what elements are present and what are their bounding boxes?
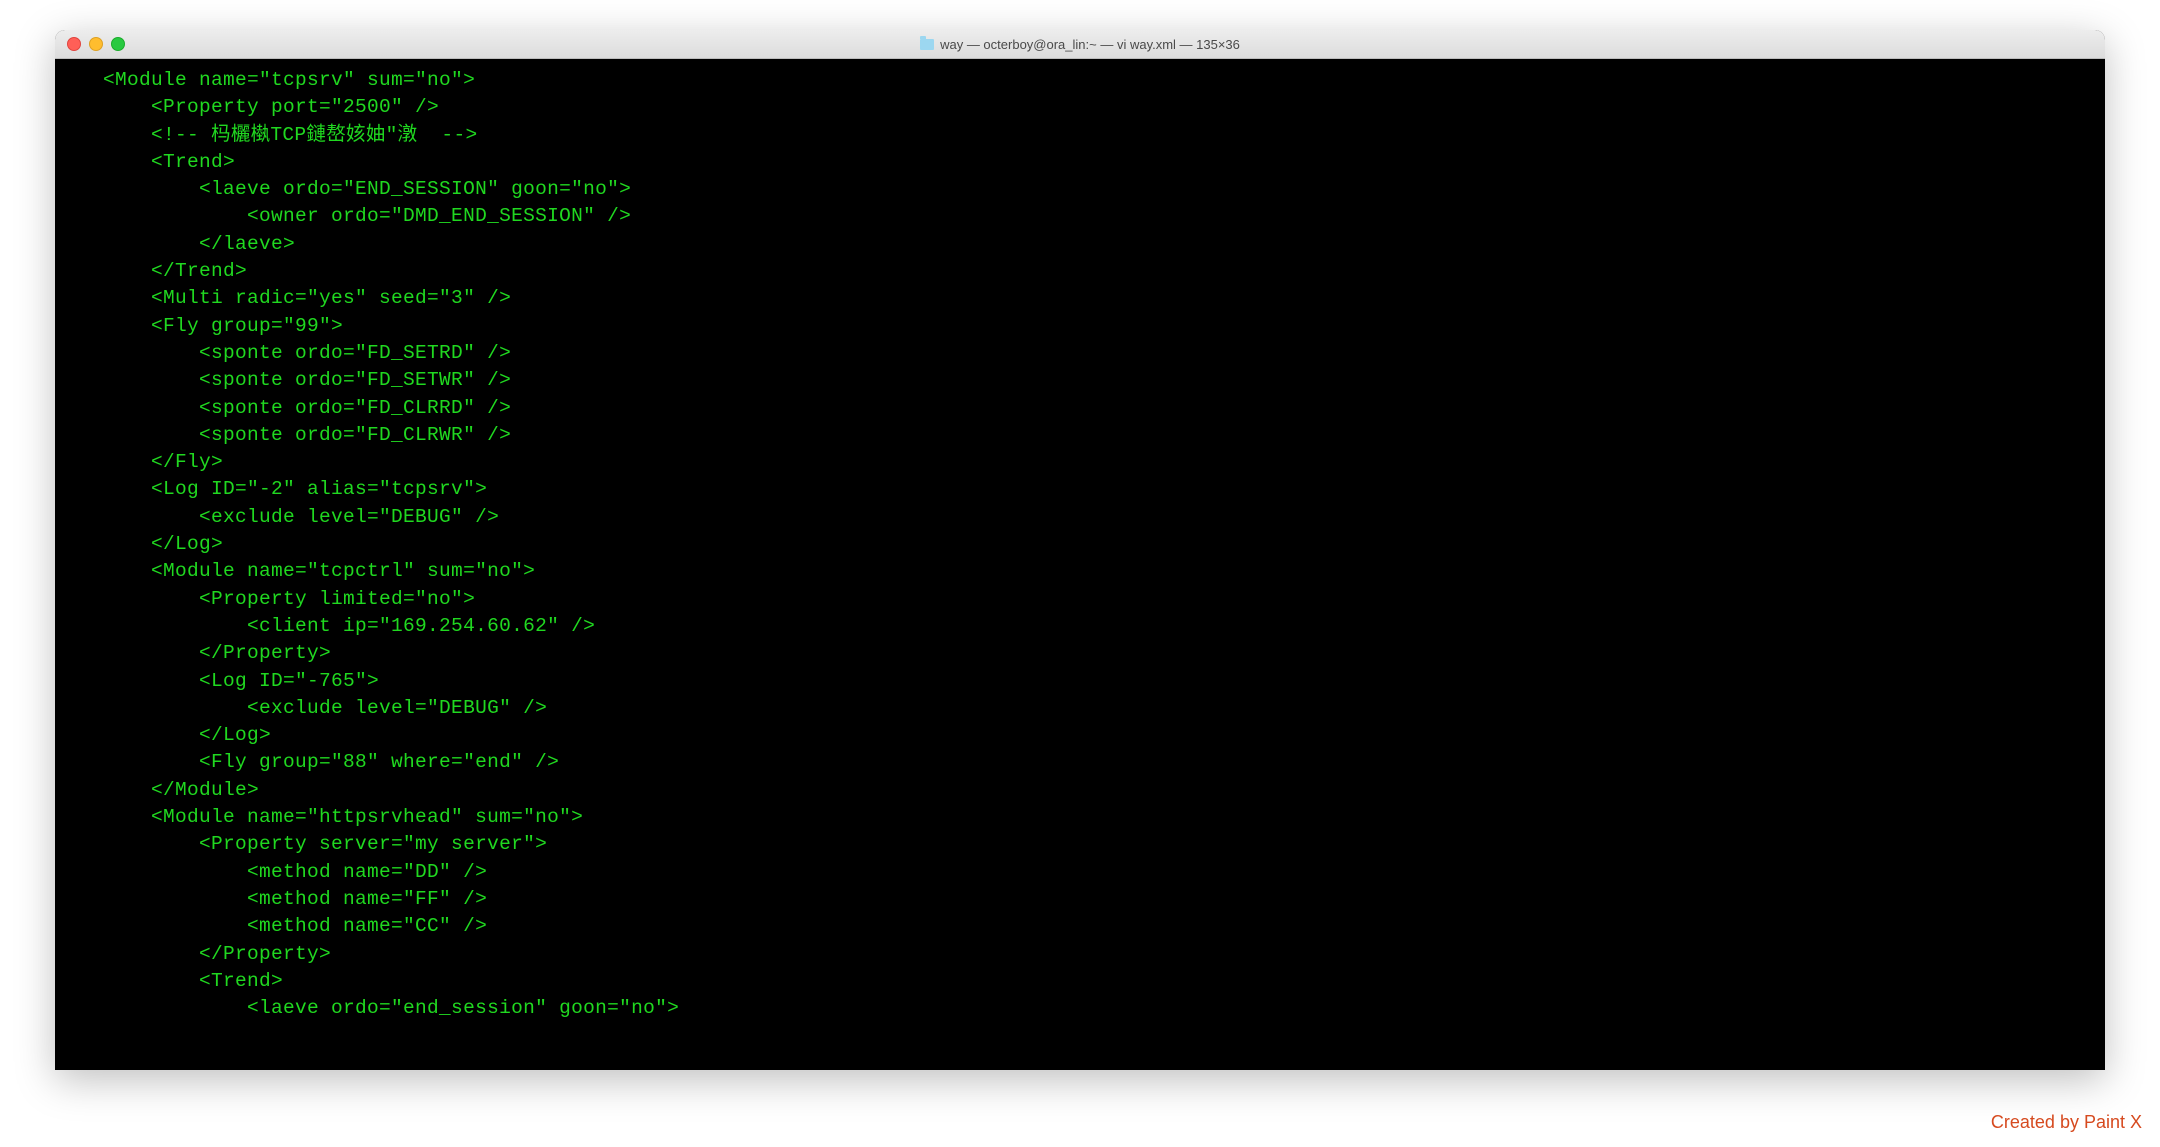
titlebar[interactable]: way — octerboy@ora_lin:~ — vi way.xml — … [55,30,2105,59]
window-controls [55,37,125,51]
window-title: way — octerboy@ora_lin:~ — vi way.xml — … [55,37,2105,52]
watermark-text: Created by Paint X [1991,1112,2142,1133]
terminal-window: way — octerboy@ora_lin:~ — vi way.xml — … [55,30,2105,1070]
terminal-content[interactable]: <Module name="tcpsrv" sum="no"> <Propert… [55,59,2105,1022]
maximize-icon[interactable] [111,37,125,51]
minimize-icon[interactable] [89,37,103,51]
folder-icon [920,39,934,50]
close-icon[interactable] [67,37,81,51]
window-title-text: way — octerboy@ora_lin:~ — vi way.xml — … [940,37,1240,52]
